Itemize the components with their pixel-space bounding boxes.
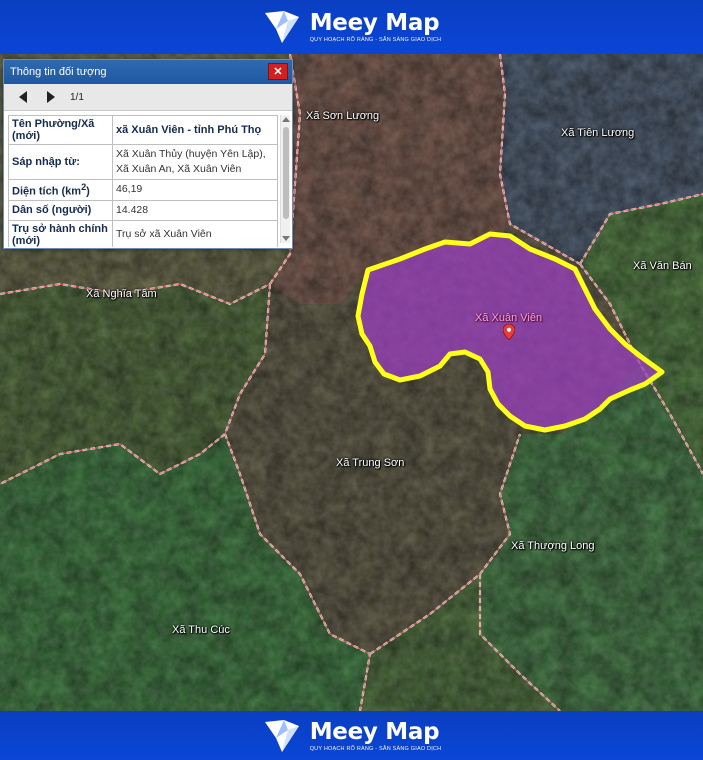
row-key: Sáp nhập từ: <box>8 144 113 180</box>
table-row: Dân số (người) 14.428 <box>8 199 278 221</box>
page-indicator: 1/1 <box>70 91 84 103</box>
brand-name: Meey Map <box>309 10 440 36</box>
scroll-thumb[interactable] <box>283 127 289 219</box>
row-key-text: Diện tích (km <box>12 185 82 198</box>
panel-scrollbar[interactable] <box>280 115 290 243</box>
brand-logo-bottom: Meey Map QUY HOẠCH RÕ RÀNG - SẴN SÀNG GI… <box>262 716 442 756</box>
label-xa-thuong-long: Xã Thượng Long <box>511 540 595 552</box>
brand-tagline: QUY HOẠCH RÕ RÀNG - SẴN SÀNG GIAO DỊCH <box>309 37 442 43</box>
scroll-down-icon[interactable] <box>282 236 290 241</box>
label-xa-van-ban: Xã Văn Bán <box>633 260 692 272</box>
row-value: xã Xuân Viên - tỉnh Phú Thọ <box>112 115 278 145</box>
row-key: Tên Phường/Xã (mới) <box>8 115 113 145</box>
pager: 1/1 <box>4 84 292 111</box>
row-key: Trụ sở hành chính (mới) <box>8 219 113 247</box>
table-row: Diện tích (km2) 46,19 <box>8 179 278 201</box>
table-row: Sáp nhập từ: Xã Xuân Thủy (huyện Yên Lập… <box>8 144 278 180</box>
close-icon: ✕ <box>273 66 283 78</box>
meey-logo-icon <box>264 11 299 43</box>
row-value: Trụ sở xã Xuân Viên <box>112 219 278 247</box>
label-xa-trung-son: Xã Trung Sơn <box>336 457 405 469</box>
label-xa-thu-cuc: Xã Thu Cúc <box>172 624 230 636</box>
top-brand-bar: Meey Map QUY HOẠCH RÕ RÀNG - SẴN SÀNG GI… <box>0 0 703 54</box>
row-value: 14.428 <box>112 199 278 221</box>
brand-tagline: QUY HOẠCH RÕ RÀNG - SẴN SÀNG GIAO DỊCH <box>309 745 442 752</box>
row-key: Dân số (người) <box>8 199 113 221</box>
next-button[interactable] <box>42 88 60 106</box>
info-table-scroll[interactable]: Tên Phường/Xã (mới) xã Xuân Viên - tỉnh … <box>4 111 292 247</box>
prev-button[interactable] <box>14 88 32 106</box>
scroll-up-icon[interactable] <box>282 117 290 122</box>
location-pin-icon[interactable] <box>503 324 515 340</box>
row-key-suffix: ) <box>86 185 90 198</box>
label-xa-nghia-tam: Xã Nghĩa Tâm <box>86 288 157 300</box>
table-row: Tên Phường/Xã (mới) xã Xuân Viên - tỉnh … <box>8 115 278 145</box>
panel-header: Thông tin đối tượng ✕ <box>4 60 292 84</box>
object-info-panel: Thông tin đối tượng ✕ 1/1 Tên Phường/Xã … <box>3 59 293 249</box>
info-table: Tên Phường/Xã (mới) xã Xuân Viên - tỉnh … <box>8 115 278 247</box>
close-button[interactable]: ✕ <box>268 63 288 80</box>
row-value: 46,19 <box>112 179 278 201</box>
label-xa-tien-luong: Xã Tiên Lương <box>561 127 635 139</box>
bottom-brand-bar: Meey Map QUY HOẠCH RÕ RÀNG - SẴN SÀNG GI… <box>0 711 703 760</box>
row-value: Xã Xuân Thủy (huyện Yên Lập), Xã Xuân An… <box>112 144 278 180</box>
row-key: Diện tích (km2) <box>8 179 113 201</box>
panel-title: Thông tin đối tượng <box>10 66 107 78</box>
meey-logo-icon <box>264 719 299 752</box>
triangle-left-icon <box>19 91 27 103</box>
triangle-right-icon <box>47 91 55 103</box>
label-xa-son-luong: Xã Sơn Lương <box>306 110 380 122</box>
brand-logo: Meey Map QUY HOẠCH RÕ RÀNG - SẴN SÀNG GI… <box>262 7 442 47</box>
label-xa-xuan-vien: Xã Xuân Viên <box>475 312 543 324</box>
brand-name: Meey Map <box>309 718 440 745</box>
table-row: Trụ sở hành chính (mới) Trụ sở xã Xuân V… <box>8 219 278 247</box>
